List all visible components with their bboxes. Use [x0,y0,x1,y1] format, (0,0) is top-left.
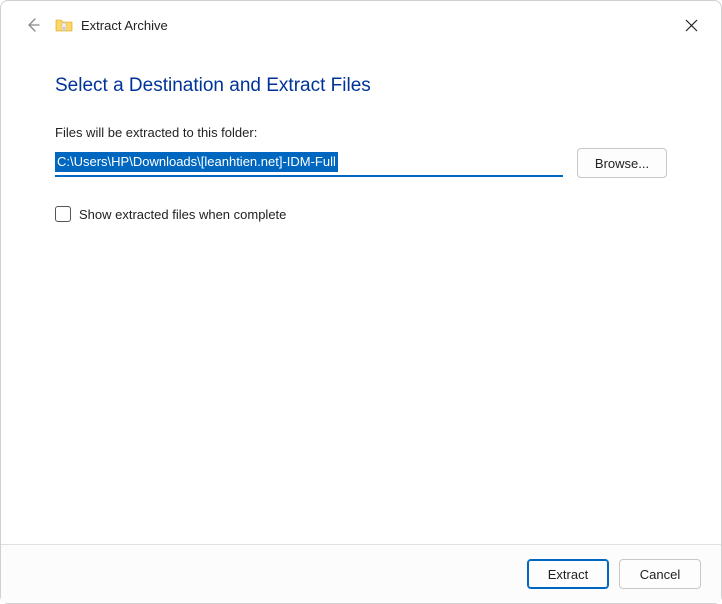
extract-button[interactable]: Extract [527,559,609,589]
footer: Extract Cancel [1,544,721,603]
show-extracted-label[interactable]: Show extracted files when complete [79,207,286,222]
content-area: Select a Destination and Extract Files F… [1,45,721,544]
destination-path-input[interactable]: C:\Users\HP\Downloads\[leanhtien.net]-ID… [55,149,563,177]
show-extracted-checkbox[interactable] [55,206,71,222]
close-icon[interactable] [681,15,701,35]
cancel-button[interactable]: Cancel [619,559,701,589]
titlebar: Extract Archive [1,1,721,45]
window-title: Extract Archive [81,18,168,33]
browse-button[interactable]: Browse... [577,148,667,178]
path-row: C:\Users\HP\Downloads\[leanhtien.net]-ID… [55,148,667,178]
page-heading: Select a Destination and Extract Files [55,75,667,97]
path-label: Files will be extracted to this folder: [55,125,667,140]
folder-zip-icon [55,17,73,33]
show-extracted-checkbox-row: Show extracted files when complete [55,206,667,222]
destination-path-value: C:\Users\HP\Downloads\[leanhtien.net]-ID… [55,152,338,172]
back-arrow-icon[interactable] [23,15,43,35]
